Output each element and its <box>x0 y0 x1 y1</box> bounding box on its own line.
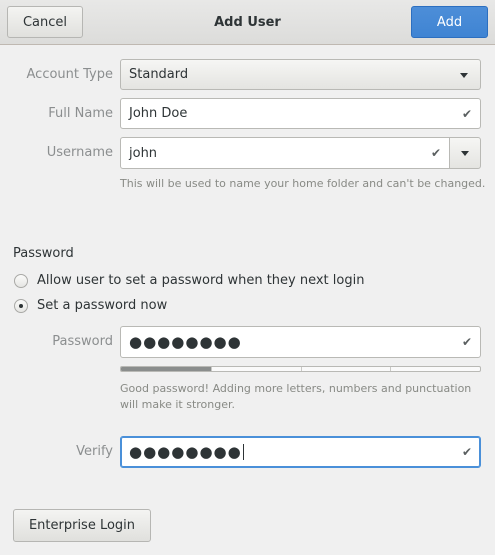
radio-unchecked-icon <box>14 273 28 288</box>
username-suggestions-button[interactable] <box>449 137 481 169</box>
text-cursor <box>242 444 244 460</box>
check-icon: ✔ <box>461 445 472 459</box>
username-label: Username <box>46 145 113 160</box>
add-user-dialog: Cancel Add User Add Account Type Standar… <box>0 0 495 555</box>
full-name-label: Full Name <box>48 106 113 121</box>
verify-value: ●●●●●●●● <box>129 443 242 461</box>
verify-password-field[interactable]: ●●●●●●●● ✔ <box>120 436 481 468</box>
check-icon: ✔ <box>430 146 441 160</box>
enterprise-login-button[interactable]: Enterprise Login <box>13 509 151 542</box>
radio-set-password-now[interactable]: Set a password now <box>14 298 167 313</box>
chevron-down-icon <box>461 151 469 156</box>
username-value: john <box>129 145 158 161</box>
password-strength-fill <box>121 367 211 371</box>
strength-divider <box>390 367 392 371</box>
cancel-button[interactable]: Cancel <box>7 6 83 38</box>
check-icon: ✔ <box>461 106 472 121</box>
add-button-label: Add <box>436 14 463 30</box>
add-button[interactable]: Add <box>411 6 488 38</box>
cancel-button-label: Cancel <box>22 14 68 30</box>
full-name-value: John Doe <box>129 106 188 121</box>
password-section-title: Password <box>13 246 74 261</box>
password-strength-hint-line1: Good password! Adding more letters, numb… <box>120 382 472 395</box>
account-type-value: Standard <box>129 67 189 82</box>
radio-label: Set a password now <box>37 298 168 313</box>
password-strength-hint-line2: will make it stronger. <box>120 398 236 411</box>
full-name-field[interactable]: John Doe ✔ <box>120 98 481 129</box>
enterprise-login-label: Enterprise Login <box>28 518 136 533</box>
strength-divider <box>300 367 302 371</box>
password-strength-hint: Good password! Adding more letters, numb… <box>120 381 471 413</box>
header-bar: Cancel Add User Add <box>0 0 495 45</box>
strength-divider <box>210 367 212 371</box>
radio-allow-user-set-password[interactable]: Allow user to set a password when they n… <box>14 273 364 288</box>
username-hint: This will be used to name your home fold… <box>120 177 486 190</box>
password-value: ●●●●●●●● <box>129 333 242 351</box>
verify-label: Verify <box>76 444 113 459</box>
account-type-label: Account Type <box>26 67 113 82</box>
account-type-combo[interactable]: Standard <box>120 59 481 90</box>
check-icon: ✔ <box>461 335 472 349</box>
radio-checked-icon <box>14 298 28 313</box>
verify-value-wrap: ●●●●●●●● <box>129 437 244 467</box>
password-field[interactable]: ●●●●●●●● ✔ <box>120 326 481 358</box>
password-strength-bar <box>120 366 481 372</box>
chevron-down-icon <box>460 72 468 78</box>
radio-label: Allow user to set a password when they n… <box>37 273 365 288</box>
username-field[interactable]: john ✔ <box>120 137 450 169</box>
password-label: Password <box>52 334 113 349</box>
